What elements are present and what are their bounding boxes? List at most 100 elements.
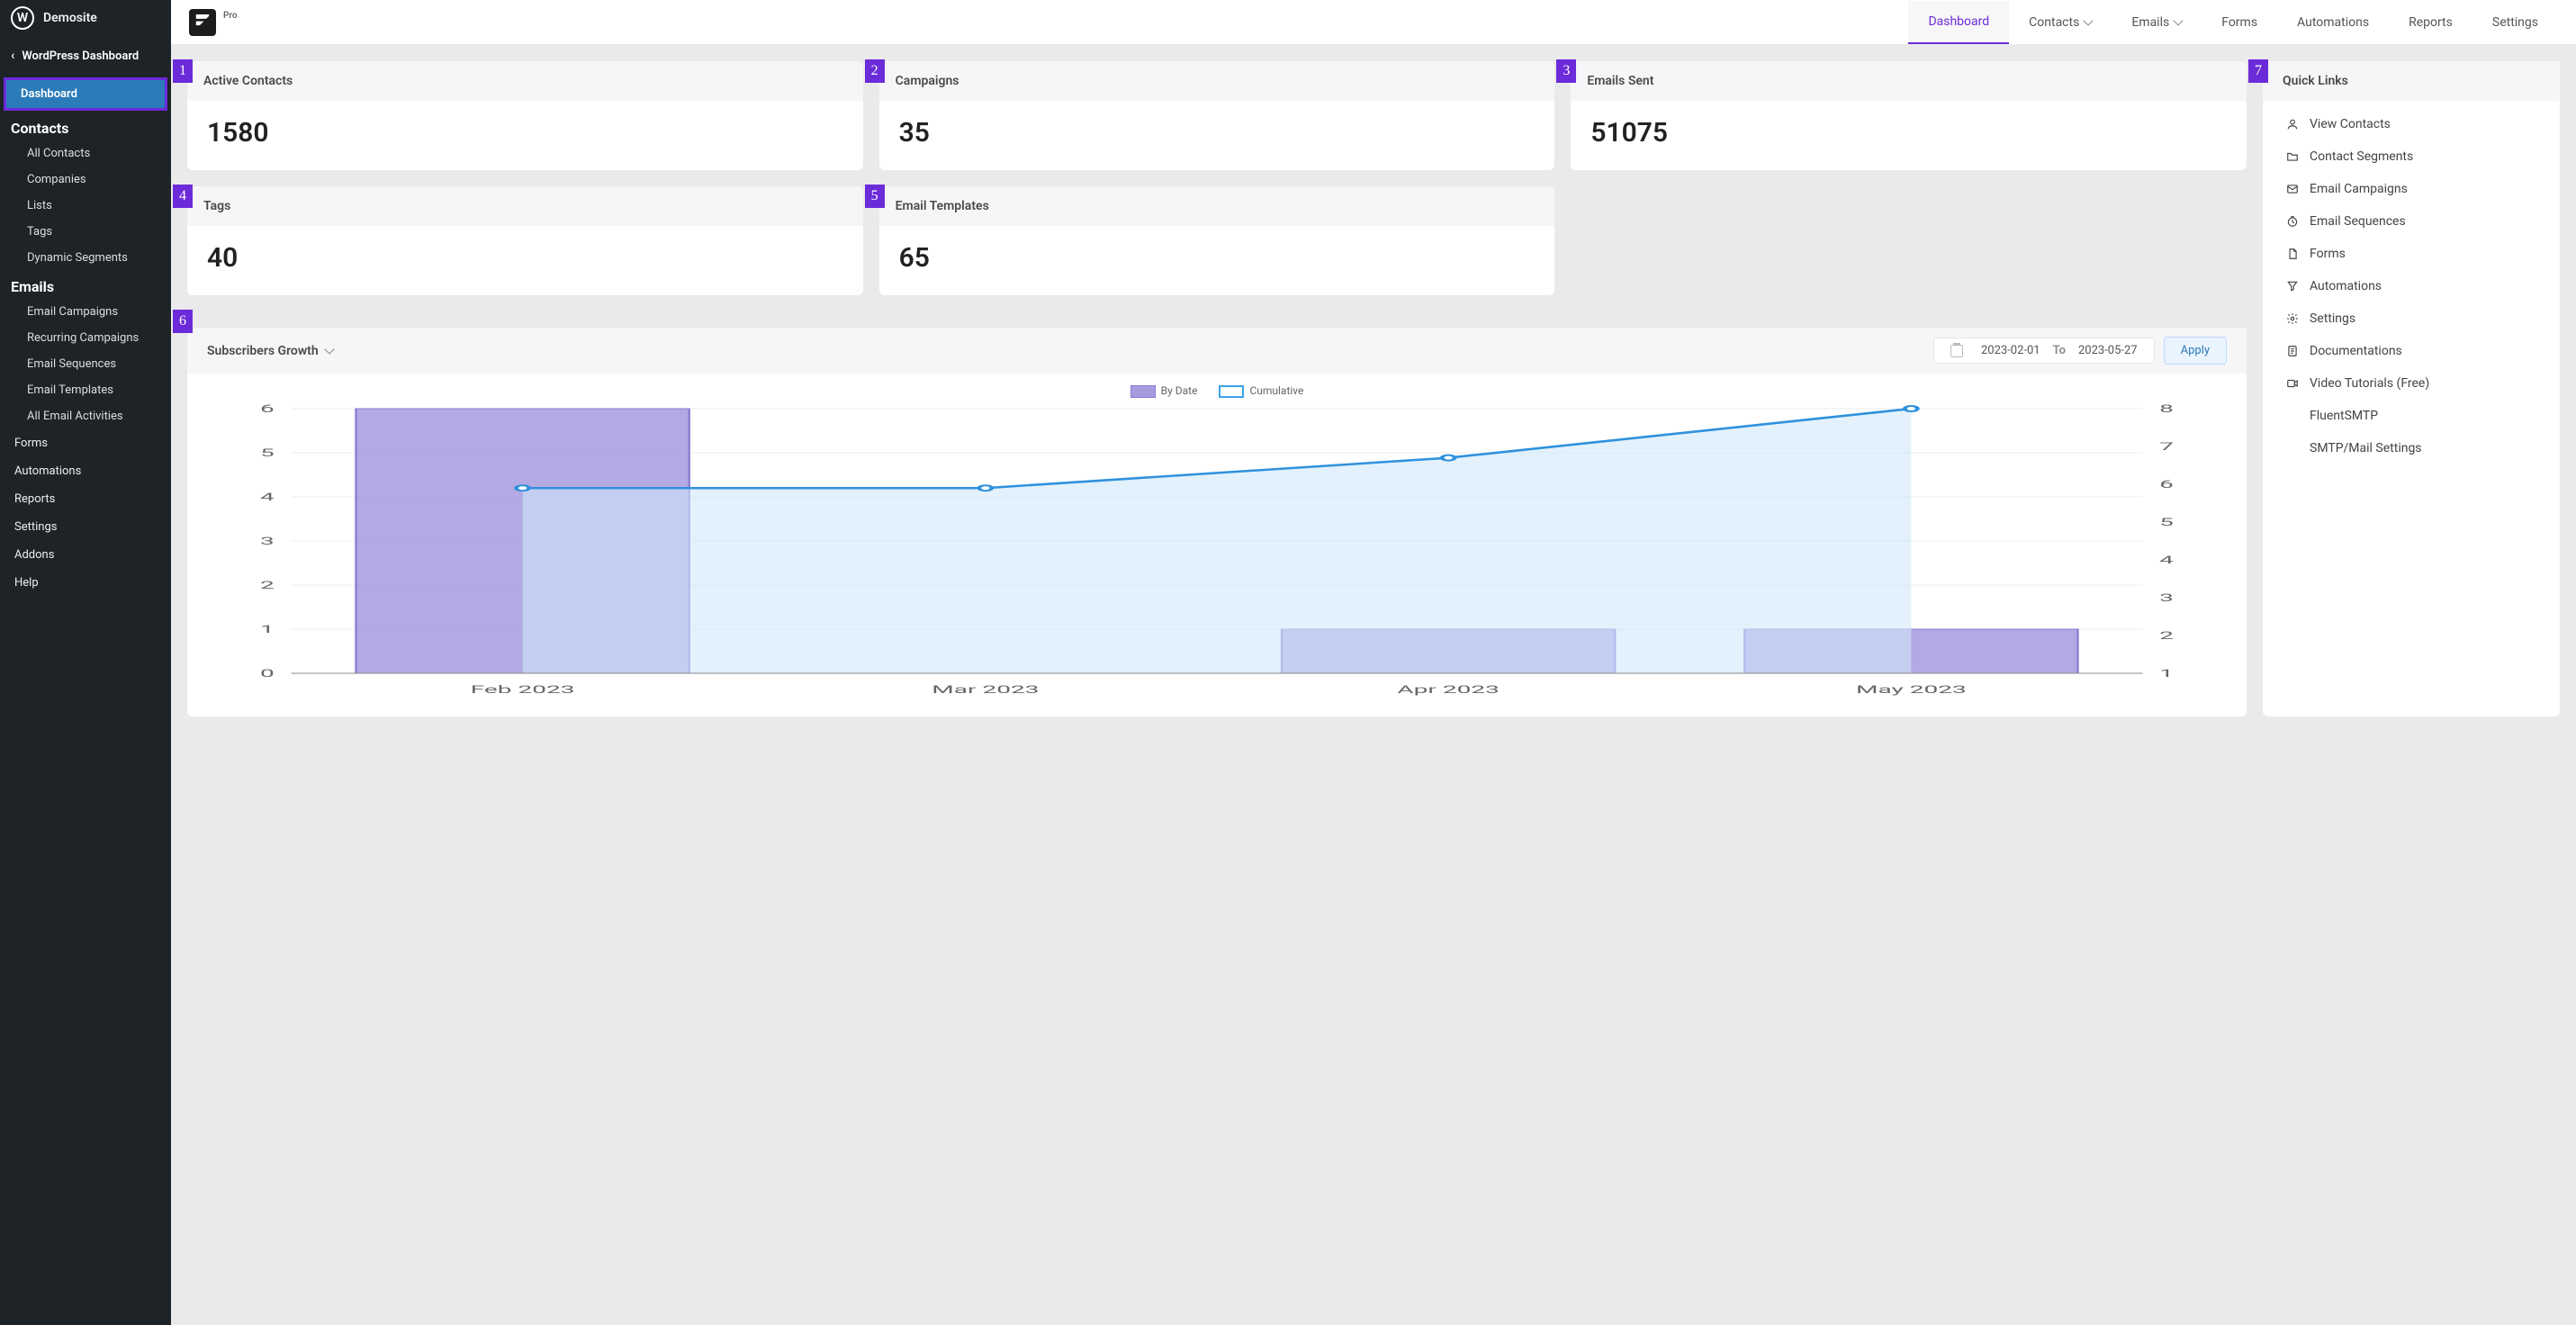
ql-view-contacts[interactable]: View Contacts — [2263, 108, 2560, 140]
legend-item-bydate[interactable]: By Date — [1130, 384, 1198, 398]
quick-links-list: View Contacts Contact Segments Email Cam… — [2263, 101, 2560, 475]
legend-item-cumulative[interactable]: Cumulative — [1219, 384, 1303, 398]
stat-value: 51075 — [1571, 101, 2247, 170]
svg-text:4: 4 — [260, 491, 275, 503]
video-icon — [2286, 377, 2299, 390]
sidebar-item-dynamic-segments[interactable]: Dynamic Segments — [0, 245, 171, 271]
sidebar-item-companies[interactable]: Companies — [0, 167, 171, 193]
sidebar-item-reports[interactable]: Reports — [0, 485, 171, 513]
sidebar-item-all-contacts[interactable]: All Contacts — [0, 140, 171, 167]
wp-brand[interactable]: W Demosite — [0, 0, 171, 36]
sidebar-item-dashboard[interactable]: Dashboard — [4, 77, 167, 111]
stat-value: 40 — [187, 226, 863, 295]
wp-admin-sidebar: W Demosite ‹ WordPress Dashboard Dashboa… — [0, 0, 171, 1325]
app-logo-icon — [189, 9, 216, 36]
chart-body: By Date Cumulative 012345612345678Feb 20… — [187, 374, 2247, 717]
stat-card-emails-sent[interactable]: 3 Emails Sent 51075 — [1571, 61, 2247, 170]
chart-legend: By Date Cumulative — [207, 384, 2227, 398]
ql-email-sequences[interactable]: Email Sequences — [2263, 205, 2560, 238]
app-brand[interactable]: Pro — [189, 9, 238, 36]
chevron-down-icon — [324, 344, 334, 354]
site-name: Demosite — [43, 11, 97, 25]
sidebar-item-email-campaigns[interactable]: Email Campaigns — [0, 299, 171, 325]
tab-reports[interactable]: Reports — [2389, 1, 2472, 44]
wordpress-icon: W — [11, 6, 34, 30]
sidebar-item-help[interactable]: Help — [0, 569, 171, 597]
quick-links-title: Quick Links — [2263, 61, 2560, 101]
annotation-badge-1: 1 — [173, 59, 193, 83]
funnel-icon — [2286, 280, 2299, 293]
svg-text:1: 1 — [2159, 667, 2174, 680]
content-area: 1 Active Contacts 1580 2 Campaigns 35 3 … — [171, 45, 2576, 1325]
wp-back-link[interactable]: ‹ WordPress Dashboard — [0, 36, 171, 76]
svg-text:0: 0 — [260, 667, 275, 680]
chart-title[interactable]: Subscribers Growth — [207, 344, 333, 358]
stat-label: Email Templates — [879, 186, 1555, 226]
sidebar-item-email-sequences[interactable]: Email Sequences — [0, 351, 171, 377]
pro-badge: Pro — [223, 11, 238, 21]
sidebar-item-forms[interactable]: Forms — [0, 429, 171, 457]
stat-label: Active Contacts — [187, 61, 863, 101]
ql-automations[interactable]: Automations — [2263, 270, 2560, 302]
ql-email-campaigns[interactable]: Email Campaigns — [2263, 173, 2560, 205]
svg-text:4: 4 — [2159, 554, 2174, 566]
sidebar-item-settings[interactable]: Settings — [0, 513, 171, 541]
ql-forms[interactable]: Forms — [2263, 238, 2560, 270]
calendar-icon — [1950, 345, 1963, 357]
annotation-badge-4: 4 — [173, 185, 193, 208]
ql-contact-segments[interactable]: Contact Segments — [2263, 140, 2560, 173]
date-sep: To — [2053, 344, 2066, 357]
tab-automations[interactable]: Automations — [2277, 1, 2389, 44]
sidebar-item-email-templates[interactable]: Email Templates — [0, 377, 171, 403]
sidebar-section-contacts[interactable]: Contacts — [0, 113, 171, 140]
ql-fluentsmtp[interactable]: FluentSMTP — [2263, 400, 2560, 432]
sidebar-item-addons[interactable]: Addons — [0, 541, 171, 569]
stat-card-tags[interactable]: 4 Tags 40 — [187, 186, 863, 295]
sidebar-section-emails[interactable]: Emails — [0, 271, 171, 299]
ql-documentations[interactable]: Documentations — [2263, 335, 2560, 367]
date-range-picker[interactable]: 2023-02-01 To 2023-05-27 — [1933, 338, 2155, 364]
envelope-icon — [2286, 183, 2299, 195]
chart-header: Subscribers Growth 2023-02-01 To 2023-05… — [187, 328, 2247, 374]
app-main: Pro Dashboard Contacts Emails Forms Auto… — [171, 0, 2576, 1325]
tab-dashboard[interactable]: Dashboard — [1908, 1, 2009, 44]
stat-label: Tags — [187, 186, 863, 226]
chevron-down-icon — [2084, 15, 2094, 25]
svg-text:5: 5 — [260, 446, 275, 459]
svg-text:1: 1 — [260, 623, 275, 635]
annotation-badge-2: 2 — [865, 59, 885, 83]
spacer — [1571, 186, 2247, 295]
date-to: 2023-05-27 — [2078, 344, 2138, 357]
sidebar-item-all-email-activities[interactable]: All Email Activities — [0, 403, 171, 429]
chart-plot: 012345612345678Feb 2023Mar 2023Apr 2023M… — [207, 403, 2227, 700]
stat-card-email-templates[interactable]: 5 Email Templates 65 — [879, 186, 1555, 295]
svg-text:3: 3 — [260, 535, 275, 547]
ql-settings[interactable]: Settings — [2263, 302, 2560, 335]
tab-settings[interactable]: Settings — [2472, 1, 2558, 44]
tab-forms[interactable]: Forms — [2202, 1, 2277, 44]
svg-text:6: 6 — [260, 403, 275, 415]
clock-icon — [2286, 215, 2299, 228]
stat-card-campaigns[interactable]: 2 Campaigns 35 — [879, 61, 1555, 170]
sidebar-item-lists[interactable]: Lists — [0, 193, 171, 219]
svg-text:Feb 2023: Feb 2023 — [471, 683, 575, 696]
sidebar-item-automations[interactable]: Automations — [0, 457, 171, 485]
stat-label: Campaigns — [879, 61, 1555, 101]
tab-emails[interactable]: Emails — [2112, 1, 2202, 44]
sidebar-item-recurring-campaigns[interactable]: Recurring Campaigns — [0, 325, 171, 351]
stat-value: 65 — [879, 226, 1555, 295]
legend-swatch-line-icon — [1219, 385, 1244, 398]
svg-text:8: 8 — [2159, 403, 2174, 415]
blank-icon — [2286, 410, 2299, 422]
ql-smtp-mail-settings[interactable]: SMTP/Mail Settings — [2263, 432, 2560, 464]
svg-text:Mar 2023: Mar 2023 — [932, 683, 1039, 696]
ql-video-tutorials[interactable]: Video Tutorials (Free) — [2263, 367, 2560, 400]
folder-icon — [2286, 150, 2299, 163]
date-from: 2023-02-01 — [1981, 344, 2040, 357]
sidebar-item-tags[interactable]: Tags — [0, 219, 171, 245]
svg-text:6: 6 — [2159, 478, 2174, 491]
apply-button[interactable]: Apply — [2164, 337, 2227, 365]
tab-contacts[interactable]: Contacts — [2009, 1, 2112, 44]
stat-card-active-contacts[interactable]: 1 Active Contacts 1580 — [187, 61, 863, 170]
chevron-down-icon — [2174, 15, 2184, 25]
